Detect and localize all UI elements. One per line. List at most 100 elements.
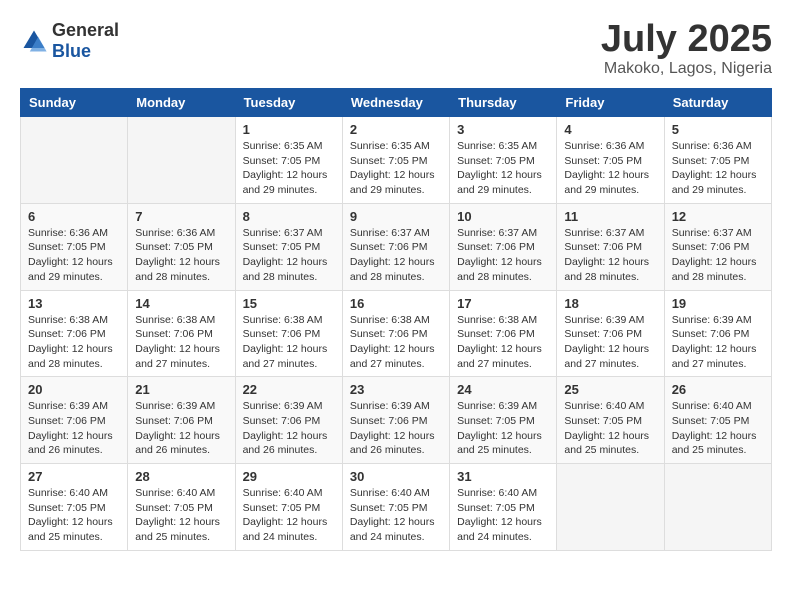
day-number: 1: [243, 122, 335, 137]
day-info: Sunrise: 6:39 AM Sunset: 7:06 PM Dayligh…: [135, 399, 227, 458]
day-info: Sunrise: 6:40 AM Sunset: 7:05 PM Dayligh…: [457, 486, 549, 545]
title-area: July 2025 Makoko, Lagos, Nigeria: [601, 20, 772, 78]
day-info: Sunrise: 6:40 AM Sunset: 7:05 PM Dayligh…: [135, 486, 227, 545]
day-number: 12: [672, 209, 764, 224]
calendar-cell: [21, 117, 128, 204]
day-number: 6: [28, 209, 120, 224]
day-number: 8: [243, 209, 335, 224]
calendar-cell: 14Sunrise: 6:38 AM Sunset: 7:06 PM Dayli…: [128, 290, 235, 377]
calendar-cell: 5 Sunrise: 6:36 AM Sunset: 7:05 PM Daylig…: [664, 117, 771, 204]
day-number: 24: [457, 382, 549, 397]
day-info: Sunrise: 6:39 AM Sunset: 7:06 PM Dayligh…: [564, 313, 656, 372]
day-info: Sunrise: 6:40 AM Sunset: 7:05 PM Dayligh…: [672, 399, 764, 458]
weekday-header: Tuesday: [235, 89, 342, 117]
day-info: Sunrise: 6:36 AM Sunset: 7:05 PM Dayligh…: [135, 226, 227, 285]
day-number: 4: [564, 122, 656, 137]
day-info: Sunrise: 6:38 AM Sunset: 7:06 PM Dayligh…: [243, 313, 335, 372]
weekday-header: Thursday: [450, 89, 557, 117]
calendar-cell: [128, 117, 235, 204]
day-number: 3: [457, 122, 549, 137]
calendar-cell: 7 Sunrise: 6:36 AM Sunset: 7:05 PM Daylig…: [128, 203, 235, 290]
day-number: 28: [135, 469, 227, 484]
day-number: 7: [135, 209, 227, 224]
calendar-week-row: 20 Sunrise: 6:39 AM Sunset: 7:06 PM Dayli…: [21, 377, 772, 464]
weekday-header: Friday: [557, 89, 664, 117]
calendar-cell: 21Sunrise: 6:39 AM Sunset: 7:06 PM Dayli…: [128, 377, 235, 464]
calendar-week-row: 13 Sunrise: 6:38 AM Sunset: 7:06 PM Dayli…: [21, 290, 772, 377]
day-number: 30: [350, 469, 442, 484]
calendar-cell: 30 Sunrise: 6:40 AM Sunset: 7:05 PM Dayli…: [342, 464, 449, 551]
calendar-cell: 13 Sunrise: 6:38 AM Sunset: 7:06 PM Dayli…: [21, 290, 128, 377]
calendar-week-row: 1 Sunrise: 6:35 AM Sunset: 7:05 PM Daylig…: [21, 117, 772, 204]
page-header: General Blue July 2025 Makoko, Lagos, Ni…: [20, 20, 772, 78]
day-number: 15: [243, 296, 335, 311]
weekday-header: Wednesday: [342, 89, 449, 117]
calendar-cell: 28 Sunrise: 6:40 AM Sunset: 7:05 PM Dayli…: [128, 464, 235, 551]
calendar-cell: 12 Sunrise: 6:37 AM Sunset: 7:06 PM Dayli…: [664, 203, 771, 290]
day-info: Sunrise: 6:40 AM Sunset: 7:05 PM Dayligh…: [243, 486, 335, 545]
day-number: 13: [28, 296, 120, 311]
day-info: Sunrise: 6:39 AM Sunset: 7:06 PM Dayligh…: [243, 399, 335, 458]
day-info: Sunrise: 6:37 AM Sunset: 7:06 PM Dayligh…: [457, 226, 549, 285]
calendar-cell: 23 Sunrise: 6:39 AM Sunset: 7:06 PM Dayli…: [342, 377, 449, 464]
calendar-header-row: SundayMondayTuesdayWednesdayThursdayFrid…: [21, 89, 772, 117]
calendar-cell: 15 Sunrise: 6:38 AM Sunset: 7:06 PM Dayli…: [235, 290, 342, 377]
day-info: Sunrise: 6:39 AM Sunset: 7:05 PM Dayligh…: [457, 399, 549, 458]
calendar-cell: 6Sunrise: 6:36 AM Sunset: 7:05 PM Daylig…: [21, 203, 128, 290]
calendar-week-row: 6 Sunrise: 6:36 AM Sunset: 7:05 PM Daylig…: [21, 203, 772, 290]
day-number: 31: [457, 469, 549, 484]
day-info: Sunrise: 6:39 AM Sunset: 7:06 PM Dayligh…: [28, 399, 120, 458]
calendar-cell: 11 Sunrise: 6:37 AM Sunset: 7:06 PM Dayli…: [557, 203, 664, 290]
calendar-cell: 16Sunrise: 6:38 AM Sunset: 7:06 PM Dayli…: [342, 290, 449, 377]
location-title: Makoko, Lagos, Nigeria: [601, 60, 772, 78]
calendar-cell: [664, 464, 771, 551]
day-info: Sunrise: 6:36 AM Sunset: 7:05 PM Dayligh…: [672, 139, 764, 198]
day-info: Sunrise: 6:39 AM Sunset: 7:06 PM Dayligh…: [350, 399, 442, 458]
day-info: Sunrise: 6:38 AM Sunset: 7:06 PM Dayligh…: [28, 313, 120, 372]
calendar-cell: 29Sunrise: 6:40 AM Sunset: 7:05 PM Dayli…: [235, 464, 342, 551]
calendar-table: SundayMondayTuesdayWednesdayThursdayFrid…: [20, 88, 772, 551]
day-info: Sunrise: 6:37 AM Sunset: 7:06 PM Dayligh…: [564, 226, 656, 285]
day-number: 9: [350, 209, 442, 224]
calendar-week-row: 27 Sunrise: 6:40 AM Sunset: 7:05 PM Dayli…: [21, 464, 772, 551]
logo: General Blue: [20, 20, 119, 62]
calendar-cell: 18 Sunrise: 6:39 AM Sunset: 7:06 PM Dayli…: [557, 290, 664, 377]
day-number: 20: [28, 382, 120, 397]
calendar-cell: 8 Sunrise: 6:37 AM Sunset: 7:05 PM Daylig…: [235, 203, 342, 290]
day-number: 5: [672, 122, 764, 137]
logo-icon: [20, 27, 48, 55]
day-info: Sunrise: 6:40 AM Sunset: 7:05 PM Dayligh…: [564, 399, 656, 458]
calendar-cell: 17 Sunrise: 6:38 AM Sunset: 7:06 PM Dayli…: [450, 290, 557, 377]
day-info: Sunrise: 6:38 AM Sunset: 7:06 PM Dayligh…: [350, 313, 442, 372]
weekday-header: Sunday: [21, 89, 128, 117]
day-info: Sunrise: 6:37 AM Sunset: 7:06 PM Dayligh…: [350, 226, 442, 285]
day-info: Sunrise: 6:35 AM Sunset: 7:05 PM Dayligh…: [350, 139, 442, 198]
day-info: Sunrise: 6:35 AM Sunset: 7:05 PM Dayligh…: [243, 139, 335, 198]
calendar-cell: 2Sunrise: 6:35 AM Sunset: 7:05 PM Daylig…: [342, 117, 449, 204]
day-number: 10: [457, 209, 549, 224]
day-info: Sunrise: 6:37 AM Sunset: 7:06 PM Dayligh…: [672, 226, 764, 285]
day-number: 27: [28, 469, 120, 484]
day-number: 19: [672, 296, 764, 311]
day-number: 23: [350, 382, 442, 397]
calendar-cell: 9 Sunrise: 6:37 AM Sunset: 7:06 PM Daylig…: [342, 203, 449, 290]
calendar-cell: 25Sunrise: 6:40 AM Sunset: 7:05 PM Dayli…: [557, 377, 664, 464]
calendar-cell: 27 Sunrise: 6:40 AM Sunset: 7:05 PM Dayli…: [21, 464, 128, 551]
calendar-cell: 1 Sunrise: 6:35 AM Sunset: 7:05 PM Daylig…: [235, 117, 342, 204]
day-number: 26: [672, 382, 764, 397]
day-info: Sunrise: 6:40 AM Sunset: 7:05 PM Dayligh…: [350, 486, 442, 545]
day-info: Sunrise: 6:38 AM Sunset: 7:06 PM Dayligh…: [457, 313, 549, 372]
calendar-cell: 3 Sunrise: 6:35 AM Sunset: 7:05 PM Daylig…: [450, 117, 557, 204]
calendar-cell: 22Sunrise: 6:39 AM Sunset: 7:06 PM Dayli…: [235, 377, 342, 464]
day-number: 17: [457, 296, 549, 311]
logo-blue: Blue: [52, 41, 91, 61]
calendar-cell: 24 Sunrise: 6:39 AM Sunset: 7:05 PM Dayli…: [450, 377, 557, 464]
calendar-cell: 4Sunrise: 6:36 AM Sunset: 7:05 PM Daylig…: [557, 117, 664, 204]
day-info: Sunrise: 6:35 AM Sunset: 7:05 PM Dayligh…: [457, 139, 549, 198]
day-info: Sunrise: 6:40 AM Sunset: 7:05 PM Dayligh…: [28, 486, 120, 545]
day-info: Sunrise: 6:37 AM Sunset: 7:05 PM Dayligh…: [243, 226, 335, 285]
month-title: July 2025: [601, 20, 772, 58]
day-number: 14: [135, 296, 227, 311]
day-number: 11: [564, 209, 656, 224]
day-number: 18: [564, 296, 656, 311]
